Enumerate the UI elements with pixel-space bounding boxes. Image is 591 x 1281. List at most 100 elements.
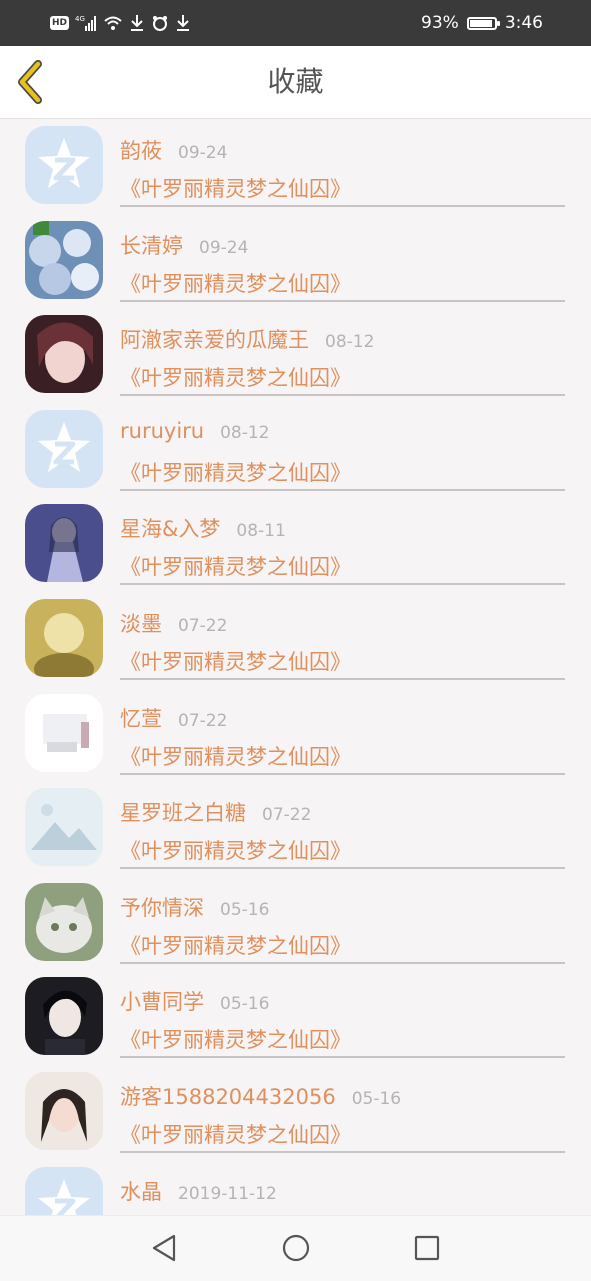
list-item-content: ruruyiru 08-12 《叶罗丽精灵梦之仙囚》: [120, 403, 565, 491]
list-item[interactable]: 阿澈家亲爱的瓜魔王 08-12 《叶罗丽精灵梦之仙囚》: [0, 308, 591, 403]
system-nav-bar: [0, 1215, 591, 1281]
story-title[interactable]: 《叶罗丽精灵梦之仙囚》: [120, 173, 351, 203]
list-item-content: 予你情深 05-16 《叶罗丽精灵梦之仙囚》: [120, 876, 565, 964]
page-title: 收藏: [267, 65, 324, 98]
story-title[interactable]: 《叶罗丽精灵梦之仙囚》: [120, 268, 351, 298]
user-name: 忆萱: [120, 706, 162, 731]
avatar[interactable]: [25, 788, 103, 867]
avatar[interactable]: [25, 882, 103, 961]
circle-home-icon: [282, 1234, 310, 1262]
user-name: 韵莜: [120, 139, 162, 163]
square-recents-icon: [414, 1235, 440, 1261]
list-item-header: 予你情深 05-16: [120, 892, 269, 920]
list-item-content: 阿澈家亲爱的瓜魔王 08-12 《叶罗丽精灵梦之仙囚》: [120, 308, 565, 397]
network-label: 4G: [75, 15, 85, 23]
favorite-date: 08-12: [325, 332, 375, 353]
nav-back-button[interactable]: [148, 1232, 180, 1264]
favorite-date: 07-22: [178, 615, 228, 636]
list-item-content: 星海&入梦 08-11 《叶罗丽精灵梦之仙囚》: [120, 497, 565, 586]
story-title[interactable]: 《叶罗丽精灵梦之仙囚》: [120, 930, 351, 960]
status-bar: HD 4G 93% 3:46: [0, 0, 591, 46]
user-name: 星海&入梦: [120, 517, 221, 542]
story-title[interactable]: 《叶罗丽精灵梦之仙囚》: [120, 1119, 351, 1149]
favorite-date: 09-24: [178, 143, 228, 163]
story-title[interactable]: 《叶罗丽精灵梦之仙囚》: [120, 457, 351, 487]
user-name: 予你情深: [120, 895, 204, 920]
list-item-header: 游客1588204432056 05-16: [120, 1081, 401, 1109]
list-item-header: 星罗班之白糖 07-22: [120, 797, 311, 825]
avatar[interactable]: [25, 126, 103, 204]
list-item[interactable]: 予你情深 05-16 《叶罗丽精灵梦之仙囚》: [0, 876, 591, 971]
favorite-date: 05-16: [351, 1088, 402, 1109]
list-item[interactable]: 长清婷 09-24 《叶罗丽精灵梦之仙囚》: [0, 214, 591, 309]
list-item-content: 忆萱 07-22 《叶罗丽精灵梦之仙囚》: [120, 687, 565, 775]
favorite-date: 07-22: [262, 805, 312, 826]
signal-icon: 4G: [75, 14, 97, 32]
user-name: 水晶: [120, 1179, 162, 1204]
story-title[interactable]: 《叶罗丽精灵梦之仙囚》: [120, 1024, 351, 1054]
favorite-date: 05-16: [220, 899, 270, 920]
user-name: 小曹同学: [120, 990, 204, 1015]
list-item-content: 长清婷 09-24 《叶罗丽精灵梦之仙囚》: [120, 214, 565, 302]
story-title[interactable]: 《叶罗丽精灵梦之仙囚》: [120, 362, 351, 392]
list-item[interactable]: 星海&入梦 08-11 《叶罗丽精灵梦之仙囚》: [0, 497, 591, 592]
list-item-header: ruruyiru 08-12: [120, 419, 270, 447]
story-title[interactable]: 《叶罗丽精灵梦之仙囚》: [120, 646, 351, 676]
user-name: 星罗班之白糖: [120, 801, 246, 826]
list-item-content: 淡墨 07-22 《叶罗丽精灵梦之仙囚》: [120, 592, 565, 680]
list-item-content: 水晶2019-11-12《叶罗丽精灵梦之仙囚》: [120, 1160, 565, 1215]
list-item[interactable]: ruruyiru 08-12 《叶罗丽精灵梦之仙囚》: [0, 403, 591, 498]
favorite-date: 08-11: [236, 521, 286, 542]
wifi-icon: [103, 15, 123, 31]
list-item[interactable]: 小曹同学 05-16 《叶罗丽精灵梦之仙囚》: [0, 970, 591, 1065]
triangle-back-icon: [152, 1234, 176, 1262]
list-item[interactable]: 韵莜 09-24 《叶罗丽精灵梦之仙囚》: [0, 119, 591, 214]
nav-recents-button[interactable]: [411, 1232, 443, 1264]
avatar[interactable]: [25, 1166, 103, 1215]
avatar[interactable]: [25, 693, 103, 772]
favorite-date: 2019-11-12: [178, 1183, 277, 1204]
user-name: 阿澈家亲爱的瓜魔王: [120, 328, 309, 353]
avatar[interactable]: [25, 598, 103, 677]
favorites-list[interactable]: 韵莜 09-24 《叶罗丽精灵梦之仙囚》 长清婷 09-24 《叶罗丽精灵梦之仙囚》 阿澈家…: [0, 119, 591, 1215]
clock: 3:46: [504, 13, 543, 33]
list-item-header: 小曹同学 05-16: [120, 986, 269, 1014]
download-icon: [175, 14, 191, 32]
avatar[interactable]: [25, 1071, 103, 1150]
nav-home-button[interactable]: [280, 1232, 312, 1264]
list-item-header: 淡墨 07-22: [120, 608, 227, 636]
favorite-date: 05-16: [220, 994, 270, 1015]
status-right: 93% 3:46: [421, 12, 543, 34]
list-item[interactable]: 星罗班之白糖 07-22 《叶罗丽精灵梦之仙囚》: [0, 781, 591, 876]
list-item-header: 阿澈家亲爱的瓜魔王 08-12: [120, 324, 374, 352]
list-item[interactable]: 忆萱 07-22 《叶罗丽精灵梦之仙囚》: [0, 687, 591, 782]
avatar[interactable]: [25, 220, 103, 299]
list-item[interactable]: 淡墨 07-22 《叶罗丽精灵梦之仙囚》: [0, 592, 591, 687]
list-item-header: 星海&入梦 08-11: [120, 513, 286, 541]
list-item-header: 韵莜 09-24: [120, 135, 227, 163]
list-item[interactable]: 水晶2019-11-12《叶罗丽精灵梦之仙囚》: [0, 1160, 591, 1215]
download-icon: [129, 14, 145, 32]
story-title[interactable]: 《叶罗丽精灵梦之仙囚》: [120, 551, 351, 581]
list-item-header: 忆萱 07-22: [120, 703, 227, 731]
favorite-date: 08-12: [220, 422, 270, 443]
hd-badge: HD: [50, 16, 70, 30]
list-item-content: 小曹同学 05-16 《叶罗丽精灵梦之仙囚》: [120, 970, 565, 1059]
app-header: 收藏: [0, 46, 591, 119]
favorite-date: 07-22: [178, 710, 228, 731]
story-title[interactable]: 《叶罗丽精灵梦之仙囚》: [120, 741, 351, 771]
list-item-header: 长清婷 09-24: [120, 230, 248, 258]
user-name: 游客1588204432056: [120, 1084, 336, 1109]
battery-icon: [466, 16, 500, 30]
list-item-content: 星罗班之白糖 07-22 《叶罗丽精灵梦之仙囚》: [120, 781, 565, 870]
avatar[interactable]: [25, 409, 103, 488]
avatar[interactable]: [25, 977, 103, 1056]
list-item-content: 游客1588204432056 05-16 《叶罗丽精灵梦之仙囚》: [120, 1065, 565, 1153]
avatar[interactable]: [25, 504, 103, 583]
favorite-date: 09-24: [199, 237, 249, 258]
status-left: HD 4G: [50, 12, 191, 34]
list-item[interactable]: 游客1588204432056 05-16 《叶罗丽精灵梦之仙囚》: [0, 1065, 591, 1160]
story-title[interactable]: 《叶罗丽精灵梦之仙囚》: [120, 835, 351, 865]
list-item-header: 水晶 2019-11-12: [120, 1176, 277, 1204]
avatar[interactable]: [25, 315, 103, 394]
